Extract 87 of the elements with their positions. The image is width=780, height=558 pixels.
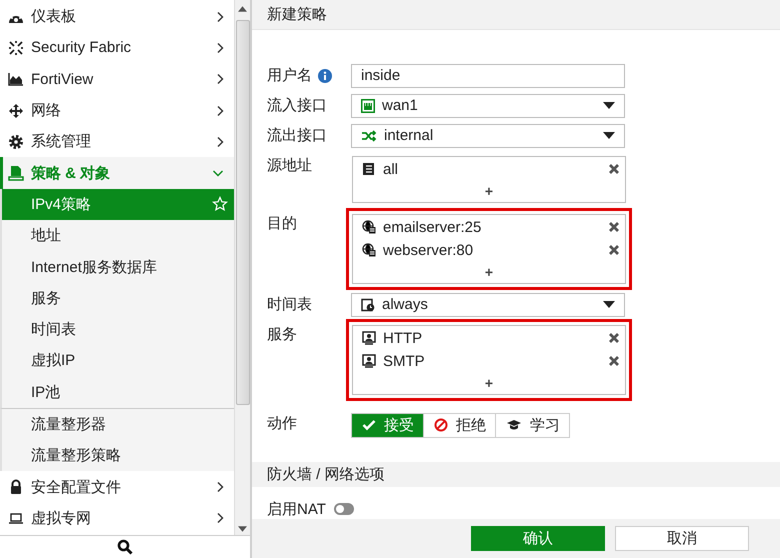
nav-item[interactable]: 系统管理 [0,126,234,158]
selected-entry: SMTP [383,352,426,370]
selected-entry: HTTP [383,330,424,347]
nav-subitem[interactable]: 地址 [2,220,234,252]
info-icon[interactable] [318,68,332,83]
graduation-cap-icon [506,419,522,432]
chevron-right-icon [216,512,224,524]
selected-entry: webserver:80 [383,242,474,259]
nav-item[interactable]: Security Fabric [0,32,234,64]
check-icon [362,419,376,432]
nat-toggle[interactable] [334,503,354,516]
nav-item[interactable]: 策略 & 对象 [0,157,234,189]
nav-subitem[interactable]: Internet服务数据库 [2,251,234,283]
field-label: 流出接口 [267,126,327,146]
scrollbar-thumb[interactable] [236,20,250,405]
shuffle-arrows-icon [361,130,377,142]
area-chart-icon [8,71,24,88]
page-title: 新建策略 [267,4,327,24]
multi-select-field[interactable]: all + [352,156,626,203]
nav-subitem[interactable]: 时间表 [2,314,234,346]
search-icon[interactable] [117,539,133,555]
address-icon [362,162,376,176]
chevron-right-icon [216,42,224,54]
add-entry-button[interactable]: + [480,262,498,283]
dropdown-field[interactable]: always [351,292,625,317]
multi-select-field[interactable]: emailserver:25 webserver:80 + [352,214,626,284]
scroll-down-icon[interactable] [238,526,248,532]
lock-icon [8,479,24,496]
globe-server-icon [362,220,376,234]
nav-subitem[interactable]: IP池 [2,376,234,408]
selected-entry: all [383,160,400,178]
document-icon [8,165,24,182]
toggle-label: 启用NAT [267,500,326,519]
calendar-clock-icon [361,298,375,312]
port-icon [361,98,375,113]
remove-icon[interactable] [608,332,620,344]
service-icon [362,354,376,368]
text-field[interactable]: inside [351,64,625,88]
remove-icon[interactable] [608,355,620,368]
scroll-up-icon[interactable] [238,6,248,12]
nav-subitem[interactable]: 虚拟IP [2,345,234,377]
chevron-down-icon [212,169,224,178]
add-entry-button[interactable]: + [480,372,498,394]
prohibited-icon [434,418,448,432]
nav-item[interactable]: 虚拟专网 [0,502,234,534]
remove-icon[interactable] [608,221,620,234]
field-label: 用户名 [267,66,312,86]
star-icon[interactable] [212,196,228,212]
field-label: 时间表 [267,295,312,314]
chevron-right-icon [216,104,224,117]
chevron-right-icon [216,136,224,148]
dropdown-caret-icon [603,102,615,110]
service-icon [362,331,376,346]
field-label: 服务 [267,325,297,344]
dropdown-caret-icon [603,132,615,140]
field-label: 源地址 [267,156,312,176]
nav-subitem[interactable]: IPv4策略 [2,188,234,220]
selected-entry: emailserver:25 [383,218,482,236]
field-label: 动作 [267,414,297,434]
action-option[interactable]: 接受 [352,414,424,437]
gear-icon [8,134,24,150]
chevron-right-icon [216,73,224,86]
field-label: 目的 [267,214,297,234]
nav-item[interactable]: 仪表板 [0,1,234,32]
nav-subitem[interactable]: 服务 [2,282,234,314]
fabric-icon [8,40,24,56]
dropdown-field[interactable]: internal [351,124,625,148]
remove-icon[interactable] [608,244,620,256]
nav-subitem[interactable]: 流量整形器 [2,408,234,440]
nav-item[interactable]: 安全配置文件 [0,471,234,503]
chevron-right-icon [216,10,224,23]
cancel-button[interactable]: 取消 [615,526,749,551]
nav-subitem[interactable]: 流量整形策略 [2,440,234,472]
remove-icon[interactable] [608,163,620,176]
move-arrows-icon [8,102,24,119]
dropdown-field[interactable]: wan1 [351,94,625,118]
chevron-right-icon [216,481,224,494]
globe-server-icon [362,243,376,258]
confirm-button[interactable]: 确认 [471,526,605,551]
add-entry-button[interactable]: + [480,180,498,202]
nav-item[interactable]: FortiView [0,64,234,95]
scrollbar[interactable] [234,0,250,535]
nav-item[interactable]: 网络 [0,94,234,126]
multi-select-field[interactable]: HTTP SMTP + [352,324,626,395]
field-label: 流入接口 [267,96,327,116]
dropdown-caret-icon [603,301,615,308]
section-title: 防火墙 / 网络选项 [267,464,385,484]
